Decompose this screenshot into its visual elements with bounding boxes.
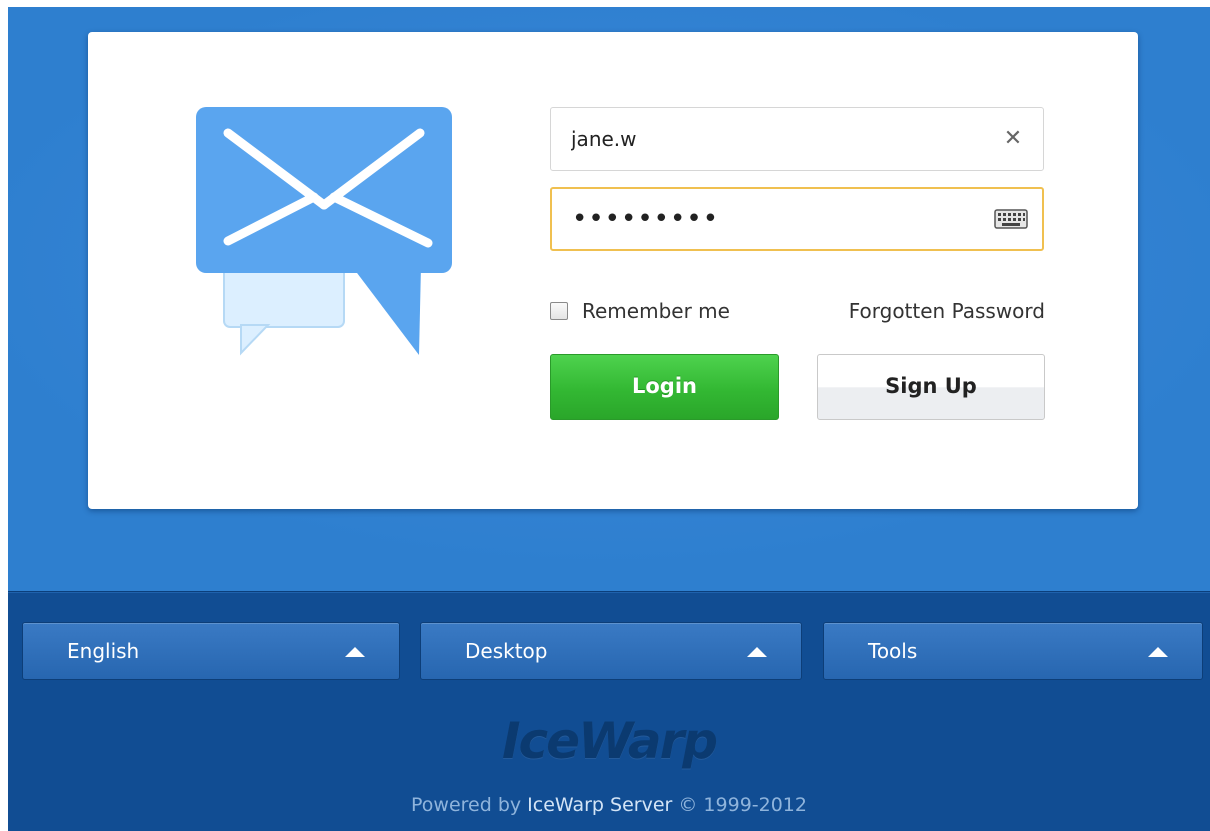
powered-product: IceWarp Server — [527, 794, 673, 816]
powered-suffix: © 1999-2012 — [672, 794, 807, 816]
caret-up-icon — [345, 647, 365, 657]
caret-up-icon — [747, 647, 767, 657]
mail-logo-icon — [196, 107, 452, 356]
brand-logo: IceWarp — [501, 712, 718, 770]
powered-prefix: Powered by — [411, 794, 528, 816]
keyboard-icon[interactable] — [994, 209, 1028, 229]
username-field[interactable]: ✕ — [550, 107, 1044, 171]
remember-checkbox[interactable] — [550, 302, 568, 320]
password-field[interactable] — [550, 187, 1044, 251]
language-dropdown[interactable]: English — [22, 622, 400, 680]
username-input[interactable] — [571, 108, 991, 170]
remember-me[interactable]: Remember me — [550, 297, 730, 325]
powered-by-text: Powered by IceWarp Server © 1999-2012 — [8, 794, 1210, 816]
remember-label[interactable]: Remember me — [582, 299, 730, 323]
login-card: ✕ Remember me Forgotten Passwo — [88, 32, 1138, 509]
language-dropdown-label: English — [67, 639, 140, 663]
password-input[interactable] — [572, 189, 992, 249]
login-page: ✕ Remember me Forgotten Passwo — [8, 7, 1210, 831]
close-icon[interactable]: ✕ — [1001, 127, 1025, 151]
interface-dropdown[interactable]: Desktop — [420, 622, 802, 680]
tools-dropdown[interactable]: Tools — [823, 622, 1203, 680]
login-button[interactable]: Login — [550, 354, 779, 420]
forgotten-password-link[interactable]: Forgotten Password — [849, 297, 1045, 325]
caret-up-icon — [1148, 647, 1168, 657]
footer-bar: English Desktop Tools IceWarp Powered by… — [8, 591, 1210, 831]
interface-dropdown-label: Desktop — [465, 639, 548, 663]
sign-up-button[interactable]: Sign Up — [817, 354, 1045, 420]
tools-dropdown-label: Tools — [868, 639, 918, 663]
